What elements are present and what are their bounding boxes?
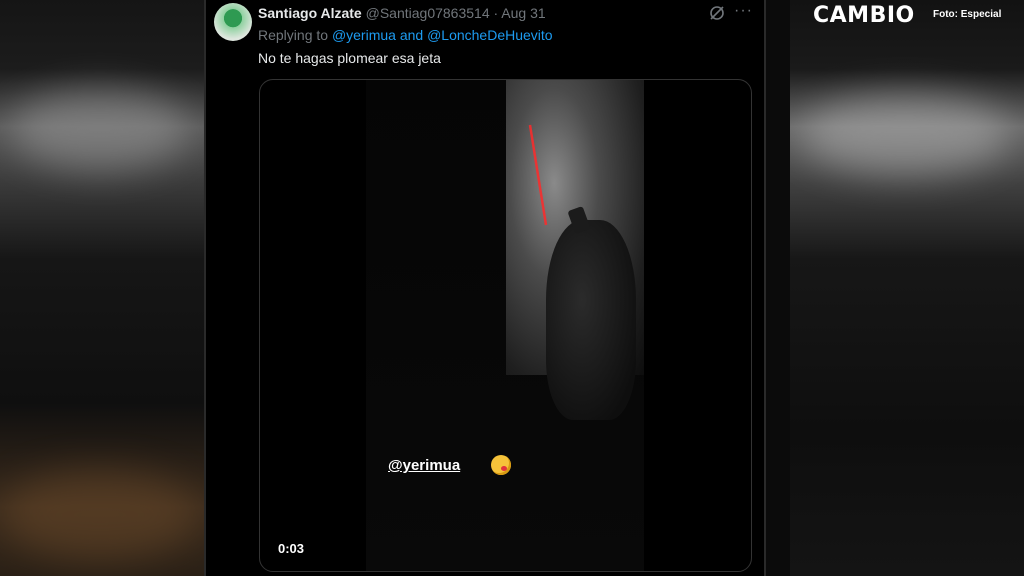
divider-right [764,0,766,576]
separator-dot: · [493,5,499,21]
replying-mentions[interactable]: @yerimua and @LoncheDeHuevito [332,27,553,43]
tweet-card: Santiago Alzate @Santiag07863514 · Aug 3… [204,0,766,576]
video-duration: 0:03 [278,541,305,556]
more-icon[interactable]: ··· [734,2,753,20]
tweet-date[interactable]: Aug 31 [501,5,545,21]
blurred-background-right [790,0,1024,576]
tweet-text: No te hagas plomear esa jeta [258,50,441,66]
author-name[interactable]: Santiago Alzate [258,5,362,21]
replying-prefix: Replying to [258,27,329,43]
replying-to: Replying to @yerimua and @LoncheDeHuevit… [258,27,553,43]
blurred-background-left [0,0,204,576]
avatar[interactable] [214,3,252,41]
grok-icon[interactable] [709,5,725,21]
laser-beam [528,124,590,234]
video-frame [366,80,644,571]
kissing-emoji-icon [491,455,511,475]
author-handle[interactable]: @Santiag07863514 [366,5,490,21]
cambio-logo: CAMBIO [813,3,915,28]
divider-left [204,0,206,576]
video-player[interactable]: @yerimua 0:03 [259,79,752,572]
video-caption-mention: @yerimua [388,457,461,474]
photo-credit: Foto: Especial [933,9,1002,20]
tweet-header: Santiago Alzate @Santiag07863514 · Aug 3… [258,5,546,21]
